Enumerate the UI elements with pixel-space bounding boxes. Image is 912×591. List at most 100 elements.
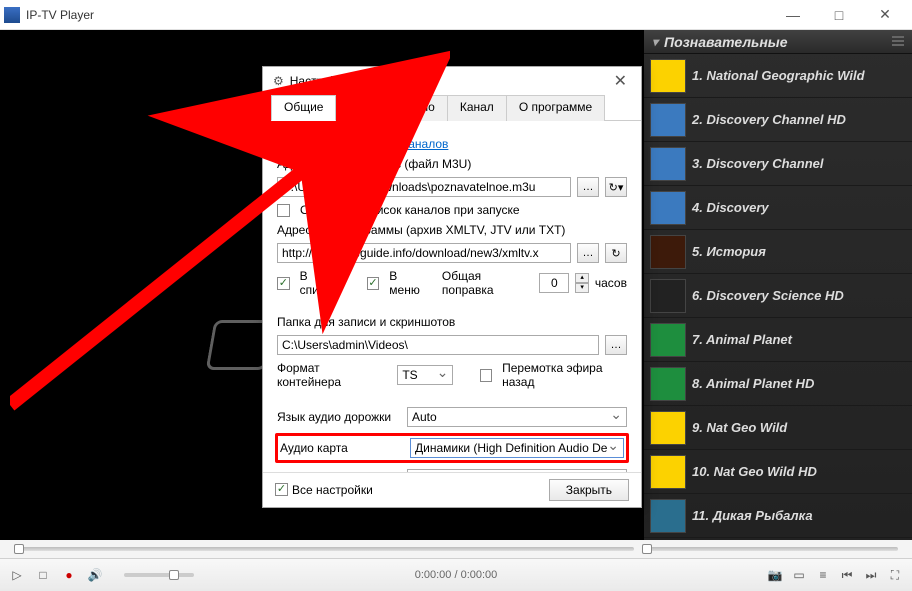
- channel-item[interactable]: 2. Discovery Channel HD: [644, 98, 912, 142]
- highlight-annotation: Аудио карта Динамики (High Definition Au…: [275, 433, 629, 463]
- channel-thumb: [650, 191, 686, 225]
- tab-about[interactable]: О программе: [506, 95, 605, 121]
- maximize-button[interactable]: □: [816, 0, 862, 30]
- channel-thumb: [650, 103, 686, 137]
- label-all-settings: Все настройки: [292, 483, 373, 497]
- settings-tabs: Общие Дополнительно Канал О программе: [263, 95, 641, 121]
- browse-list-button[interactable]: …: [577, 177, 599, 197]
- refresh-list-button[interactable]: ↻▾: [605, 177, 627, 197]
- label-container-format: Формат контейнера: [277, 361, 378, 389]
- offset-spinner[interactable]: ▴▾: [575, 273, 589, 293]
- net-interface-select[interactable]: Auto: [407, 469, 627, 472]
- checkbox-in-menu[interactable]: [367, 277, 380, 290]
- channel-thumb: [650, 455, 686, 489]
- label-update-on-start: Обновлять список каналов при запуске: [300, 203, 520, 217]
- checkbox-in-list[interactable]: [277, 277, 290, 290]
- seek-slider-secondary[interactable]: [642, 547, 898, 551]
- checkbox-rewind[interactable]: [480, 369, 492, 382]
- channel-label: 11. Дикая Рыбалка: [692, 508, 813, 523]
- tab-general[interactable]: Общие: [271, 95, 336, 121]
- channel-label: 2. Discovery Channel HD: [692, 112, 846, 127]
- window-title: IP-TV Player: [26, 8, 94, 22]
- checkbox-update-on-start[interactable]: [277, 204, 290, 217]
- sidebar-category-label: Познавательные: [664, 34, 788, 50]
- tab-body-general: Управление списками каналов Адрес списка…: [263, 120, 641, 472]
- minimize-button[interactable]: —: [770, 0, 816, 30]
- browse-folder-button[interactable]: …: [605, 335, 627, 355]
- record-button[interactable]: ●: [62, 568, 76, 582]
- dialog-title: Настройки: [290, 74, 349, 88]
- channel-item[interactable]: 8. Animal Planet HD: [644, 362, 912, 406]
- offset-input[interactable]: [539, 273, 569, 293]
- chevron-down-icon: ▾: [652, 35, 658, 49]
- channel-item[interactable]: 1. National Geographic Wild: [644, 54, 912, 98]
- channel-thumb: [650, 147, 686, 181]
- channel-thumb: [650, 235, 686, 269]
- container-format-select[interactable]: TS: [397, 365, 453, 385]
- channel-item[interactable]: 6. Discovery Science HD: [644, 274, 912, 318]
- close-dialog-button[interactable]: Закрыть: [549, 479, 629, 501]
- gear-icon: ⚙: [273, 74, 284, 88]
- channel-label: 9. Nat Geo Wild: [692, 420, 787, 435]
- grip-icon: [892, 36, 904, 48]
- channel-thumb: [650, 499, 686, 533]
- channel-thumb: [650, 367, 686, 401]
- channel-label: 3. Discovery Channel: [692, 156, 824, 171]
- channel-item[interactable]: 5. История: [644, 230, 912, 274]
- channel-item[interactable]: 4. Discovery: [644, 186, 912, 230]
- channel-item[interactable]: 9. Nat Geo Wild: [644, 406, 912, 450]
- channel-thumb: [650, 279, 686, 313]
- channel-thumb: [650, 59, 686, 93]
- dialog-titlebar: ⚙ Настройки ✕: [263, 67, 641, 95]
- volume-slider[interactable]: [124, 573, 194, 577]
- list-address-input[interactable]: [277, 177, 571, 197]
- channel-thumb: [650, 411, 686, 445]
- channel-label: 7. Animal Planet: [692, 332, 792, 347]
- fullscreen-button[interactable]: ⛶: [888, 568, 902, 582]
- ratio-button[interactable]: ▭: [792, 568, 806, 582]
- channel-item[interactable]: 7. Animal Planet: [644, 318, 912, 362]
- audio-card-select[interactable]: Динамики (High Definition Audio De: [410, 438, 624, 458]
- audio-lang-select[interactable]: Auto: [407, 407, 627, 427]
- channel-label: 10. Nat Geo Wild HD: [692, 464, 817, 479]
- play-button[interactable]: ▷: [10, 568, 24, 582]
- dialog-close-button[interactable]: ✕: [610, 71, 631, 91]
- label-in-list: В списке: [300, 269, 347, 297]
- prev-channel-button[interactable]: ⏮: [840, 568, 854, 582]
- sidebar-header[interactable]: ▾ Познавательные: [644, 30, 912, 54]
- close-window-button[interactable]: ✕: [862, 0, 908, 30]
- label-offset: Общая поправка: [442, 269, 533, 297]
- tab-channel[interactable]: Канал: [447, 95, 507, 121]
- label-audio-card: Аудио карта: [280, 441, 410, 455]
- tvguide-address-input[interactable]: [277, 243, 571, 263]
- stop-button[interactable]: □: [36, 568, 50, 582]
- window-titlebar: IP-TV Player — □ ✕: [0, 0, 912, 30]
- tab-advanced[interactable]: Дополнительно: [335, 95, 447, 121]
- channel-item[interactable]: 10. Nat Geo Wild HD: [644, 450, 912, 494]
- refresh-tvguide-button[interactable]: ↻: [605, 243, 627, 263]
- player-controls: ▷ □ ● 🔊 0:00:00 / 0:00:00 📷 ▭ ≡ ⏮ ⏭ ⛶: [0, 558, 912, 591]
- channel-label: 4. Discovery: [692, 200, 769, 215]
- channel-label: 1. National Geographic Wild: [692, 68, 865, 83]
- app-icon: [4, 7, 20, 23]
- checkbox-all-settings[interactable]: [275, 483, 288, 496]
- volume-icon[interactable]: 🔊: [88, 568, 102, 582]
- list-button[interactable]: ≡: [816, 568, 830, 582]
- settings-dialog: ⚙ Настройки ✕ Общие Дополнительно Канал …: [262, 66, 642, 508]
- manage-lists-link[interactable]: Управление списками каналов: [277, 137, 448, 151]
- channel-label: 8. Animal Planet HD: [692, 376, 814, 391]
- dialog-footer: Все настройки Закрыть: [263, 472, 641, 506]
- channel-item[interactable]: 3. Discovery Channel: [644, 142, 912, 186]
- next-channel-button[interactable]: ⏭: [864, 568, 878, 582]
- channel-thumb: [650, 323, 686, 357]
- channel-sidebar: ▾ Познавательные 1. National Geographic …: [644, 30, 912, 540]
- snapshot-button[interactable]: 📷: [768, 568, 782, 582]
- record-folder-input[interactable]: [277, 335, 599, 355]
- label-list-address: Адрес списка каналов (файл M3U): [277, 157, 627, 171]
- browse-tvguide-button[interactable]: …: [577, 243, 599, 263]
- label-tvguide-address: Адрес телепрограммы (архив XMLTV, JTV ил…: [277, 223, 627, 237]
- label-offset-unit: часов: [595, 276, 627, 290]
- seek-slider[interactable]: [14, 547, 634, 551]
- channel-label: 6. Discovery Science HD: [692, 288, 844, 303]
- channel-item[interactable]: 11. Дикая Рыбалка: [644, 494, 912, 538]
